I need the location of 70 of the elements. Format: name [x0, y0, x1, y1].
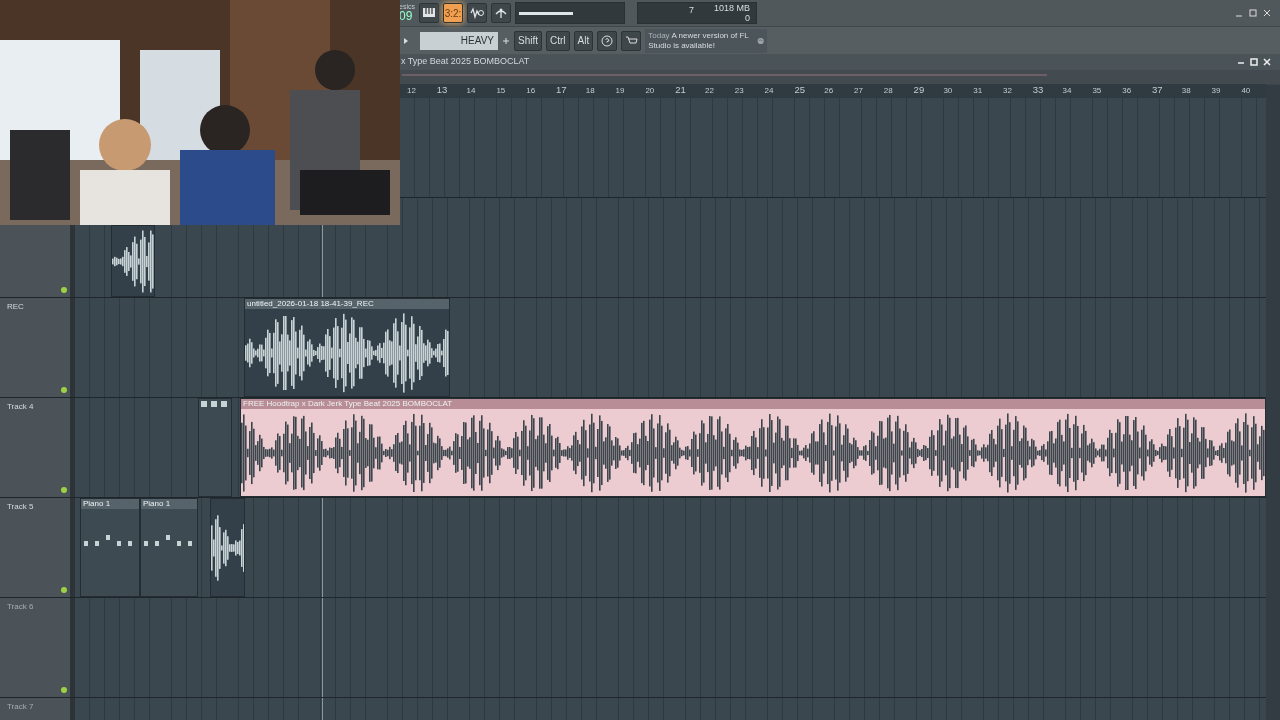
bar-number: 24	[764, 86, 774, 96]
clip[interactable]	[198, 398, 232, 497]
playlist-title: x Type Beat 2025 BOMBOCLAT	[401, 55, 530, 69]
bar-number: 36	[1122, 86, 1132, 96]
counter-display: 09	[399, 10, 414, 23]
restore-icon[interactable]	[1248, 8, 1258, 18]
bar-number: 34	[1062, 86, 1072, 96]
bar-number: 26	[824, 86, 834, 96]
pattern-field[interactable]: HEAVY	[420, 31, 498, 50]
track-name[interactable]: REC	[7, 302, 24, 311]
clip[interactable]	[111, 225, 155, 297]
bar-number: 17	[556, 85, 567, 95]
note-pattern-drawing	[144, 535, 192, 546]
bar-number: 18	[585, 86, 595, 96]
clip-title: FREE Hoodtrap x Dark Jerk Type Beat 2025 BOMBOCLAT	[241, 399, 1265, 409]
scrollbar[interactable]	[1266, 85, 1280, 720]
track-led[interactable]	[61, 487, 67, 493]
tempo-slider[interactable]	[519, 12, 574, 15]
modifier-key-button[interactable]: Shift	[514, 30, 542, 51]
polyphony-reading: 0	[745, 13, 750, 23]
close-icon[interactable]	[1263, 57, 1272, 67]
modifier-key-button[interactable]: Alt	[573, 30, 594, 51]
modifier-key-button[interactable]: Ctrl	[546, 30, 570, 51]
bar-number: 30	[943, 86, 953, 96]
bar-number: 31	[973, 86, 983, 96]
cpu-reading: 7	[688, 5, 694, 17]
bar-number: 28	[883, 86, 893, 96]
bar-number: 13	[436, 85, 448, 95]
bar-number: 22	[705, 86, 714, 96]
track-name[interactable]: Track 6	[7, 602, 34, 611]
note-pattern-drawing	[84, 535, 132, 546]
bar-number: 25	[794, 85, 805, 95]
bar-number: 29	[913, 85, 925, 95]
memory-reading: 1018 MB	[713, 3, 750, 13]
clip-title: untitled_2026-01-18 18-41-39_REC	[245, 299, 449, 309]
clip[interactable]: Piano 1	[140, 498, 198, 597]
track-led[interactable]	[61, 687, 67, 693]
track-name[interactable]: Track 7	[7, 702, 34, 711]
clip-title: Piano 1	[141, 499, 197, 509]
clip-title: Piano 1	[81, 499, 139, 509]
bar-number: 19	[615, 86, 625, 96]
bar-number: 39	[1211, 86, 1221, 96]
bar-number: 37	[1152, 85, 1163, 95]
news-text: Today A newer version of FL Studio is available!	[648, 30, 750, 51]
bar-number: 27	[854, 86, 863, 96]
bar-number: 32	[1003, 86, 1012, 96]
bar-number: 38	[1181, 86, 1191, 96]
tempo-mode-button[interactable]: 3:2:	[443, 3, 463, 23]
bar-number: 21	[675, 85, 686, 95]
bar-number: 14	[466, 86, 476, 96]
scrollbar-thumb[interactable]	[402, 74, 1047, 76]
track-name[interactable]: Track 5	[7, 502, 34, 511]
clip[interactable]: untitled_2026-01-18 18-41-39_REC	[244, 298, 450, 397]
clip[interactable]	[210, 498, 245, 597]
restore-icon[interactable]	[1250, 57, 1259, 67]
track-led[interactable]	[61, 387, 67, 393]
clip-menu-icon[interactable]	[200, 400, 228, 408]
track-led[interactable]	[61, 587, 67, 593]
bar-number: 35	[1092, 86, 1102, 96]
bar-number: 15	[496, 86, 506, 96]
track-led[interactable]	[61, 287, 67, 293]
bar-number: 23	[734, 86, 744, 96]
bar-number: 33	[1032, 85, 1044, 95]
track-name[interactable]: Track 4	[7, 402, 34, 411]
bar-number: 12	[407, 86, 416, 96]
bar-number: 16	[526, 86, 536, 96]
bar-number: 20	[645, 86, 655, 96]
bar-number: 40	[1241, 86, 1251, 96]
close-icon[interactable]	[1262, 8, 1272, 18]
clip[interactable]: Piano 1	[80, 498, 140, 597]
